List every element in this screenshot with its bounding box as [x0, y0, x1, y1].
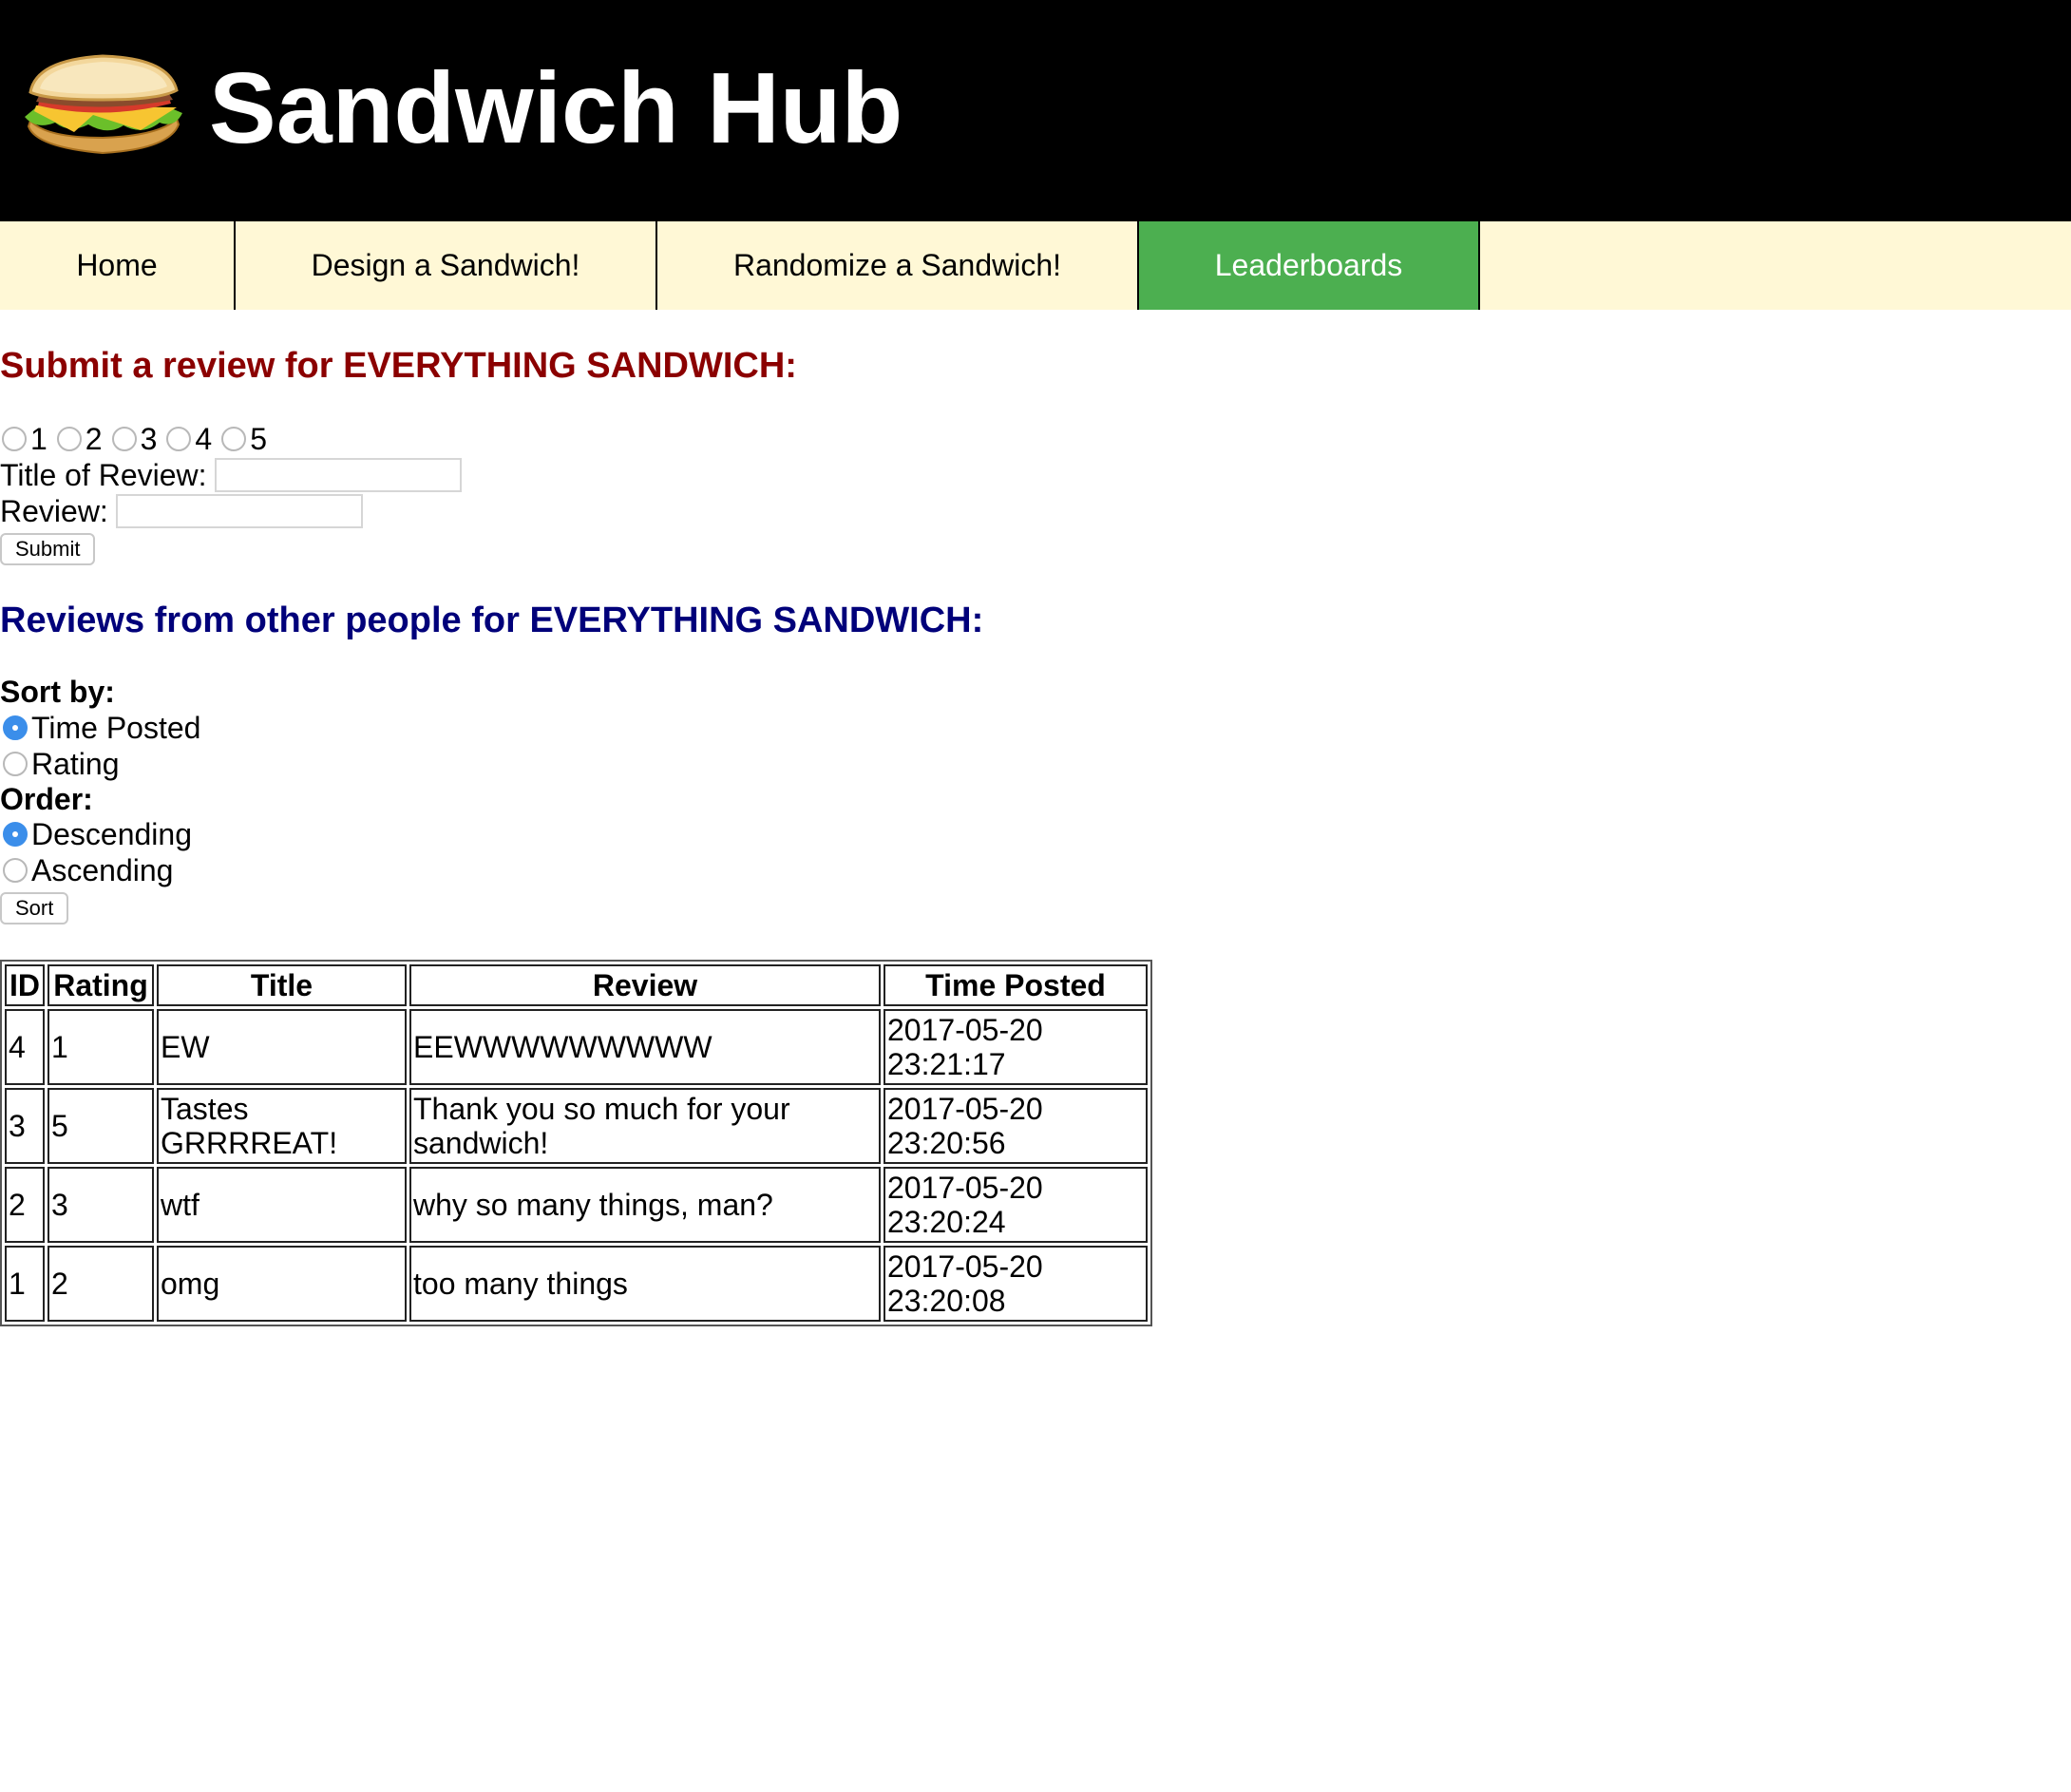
- review-input[interactable]: [115, 494, 363, 528]
- rating-1-label: 1: [30, 421, 48, 456]
- site-header: Sandwich Hub: [0, 0, 2071, 221]
- sort-option-rating[interactable]: Rating: [3, 746, 120, 782]
- nav-leaderboards[interactable]: Leaderboards: [1139, 221, 1480, 310]
- rating-2-label: 2: [85, 421, 103, 456]
- rating-2-radio[interactable]: [56, 427, 82, 451]
- rating-4-radio[interactable]: [166, 427, 192, 451]
- cell-time-posted: 2017-05-20 23:20:56: [884, 1088, 1148, 1164]
- table-row: 4 1 EW EEWWWWWWWWW 2017-05-20 23:21:17: [5, 1009, 1148, 1085]
- table-row: 2 3 wtf why so many things, man? 2017-05…: [5, 1167, 1148, 1243]
- cell-review: Thank you so much for your sandwich!: [409, 1088, 881, 1164]
- cell-id: 2: [5, 1167, 45, 1243]
- reviews-table: ID Rating Title Review Time Posted 4 1 E…: [0, 960, 1152, 1326]
- order-option-ascending[interactable]: Ascending: [3, 852, 173, 888]
- title-of-review-input[interactable]: [214, 458, 462, 492]
- cell-review: EEWWWWWWWWW: [409, 1009, 881, 1085]
- rating-option-4[interactable]: 4: [166, 422, 212, 457]
- cell-rating: 2: [48, 1246, 154, 1322]
- cell-time-posted: 2017-05-20 23:20:24: [884, 1167, 1148, 1243]
- table-row: 3 5 Tastes GRRRREAT! Thank you so much f…: [5, 1088, 1148, 1164]
- title-field-row: Title of Review:: [0, 456, 462, 494]
- cell-review: why so many things, man?: [409, 1167, 881, 1243]
- sort-rating-radio[interactable]: [3, 752, 28, 776]
- col-rating-header: Rating: [48, 964, 154, 1006]
- cell-review: too many things: [409, 1246, 881, 1322]
- sandwich-logo-icon: [25, 54, 182, 155]
- submit-button[interactable]: Submit: [0, 533, 96, 565]
- col-id-header: ID: [5, 964, 45, 1006]
- order-label: Order:: [0, 782, 93, 816]
- cell-rating: 5: [48, 1088, 154, 1164]
- cell-title: omg: [157, 1246, 407, 1322]
- cell-time: 23:21:17: [887, 1047, 1006, 1081]
- rating-option-2[interactable]: 2: [56, 421, 103, 457]
- sort-option-time-posted[interactable]: Time Posted: [3, 710, 200, 746]
- rating-3-label: 3: [140, 421, 158, 456]
- cell-time-posted: 2017-05-20 23:20:08: [884, 1246, 1148, 1322]
- sort-button[interactable]: Sort: [0, 892, 69, 925]
- nav-home[interactable]: Home: [0, 221, 236, 310]
- review-field-row: Review:: [0, 492, 363, 530]
- col-title-header: Title: [157, 964, 407, 1006]
- cell-time: 23:20:56: [887, 1126, 1006, 1160]
- cell-time: 23:20:24: [887, 1205, 1006, 1239]
- reviews-heading: Reviews from other people for EVERYTHING…: [0, 601, 984, 640]
- cell-date: 2017-05-20: [887, 1092, 1043, 1126]
- site-title: Sandwich Hub: [209, 52, 903, 164]
- cell-id: 3: [5, 1088, 45, 1164]
- sort-time-posted-label: Time Posted: [31, 710, 201, 745]
- order-ascending-radio[interactable]: [3, 858, 28, 883]
- order-descending-radio[interactable]: [3, 822, 28, 847]
- cell-time-posted: 2017-05-20 23:21:17: [884, 1009, 1148, 1085]
- table-row: 1 2 omg too many things 2017-05-20 23:20:…: [5, 1246, 1148, 1322]
- cell-title: EW: [157, 1009, 407, 1085]
- rating-4-label: 4: [195, 421, 213, 456]
- cell-time: 23:20:08: [887, 1284, 1006, 1318]
- rating-option-1[interactable]: 1: [2, 422, 48, 457]
- order-descending-label: Descending: [31, 816, 192, 851]
- col-review-header: Review: [409, 964, 881, 1006]
- cell-title: Tastes GRRRREAT!: [157, 1088, 407, 1164]
- submit-review-heading: Submit a review for EVERYTHING SANDWICH:: [0, 346, 797, 386]
- rating-option-3[interactable]: 3: [111, 421, 158, 457]
- order-ascending-label: Ascending: [31, 852, 174, 887]
- sort-time-posted-radio[interactable]: [3, 715, 28, 740]
- cell-date: 2017-05-20: [887, 1013, 1043, 1047]
- cell-title: wtf: [157, 1167, 407, 1243]
- col-time-header: Time Posted: [884, 964, 1148, 1006]
- table-header-row: ID Rating Title Review Time Posted: [5, 964, 1148, 1006]
- main-nav: Home Design a Sandwich! Randomize a Sand…: [0, 221, 2071, 310]
- rating-1-radio[interactable]: [2, 427, 27, 451]
- cell-id: 4: [5, 1009, 45, 1085]
- cell-rating: 1: [48, 1009, 154, 1085]
- nav-design-sandwich[interactable]: Design a Sandwich!: [236, 221, 657, 310]
- cell-date: 2017-05-20: [887, 1249, 1043, 1284]
- rating-5-label: 5: [250, 421, 267, 456]
- rating-3-radio[interactable]: [111, 427, 137, 451]
- rating-radio-group: 1 2 3 4 5: [2, 420, 276, 458]
- review-label: Review:: [0, 493, 108, 528]
- sort-rating-label: Rating: [31, 746, 120, 781]
- rating-option-5[interactable]: 5: [221, 422, 267, 457]
- cell-date: 2017-05-20: [887, 1171, 1043, 1205]
- title-of-review-label: Title of Review:: [0, 457, 207, 492]
- rating-5-radio[interactable]: [221, 427, 247, 451]
- cell-id: 1: [5, 1246, 45, 1322]
- sort-by-label: Sort by:: [0, 675, 115, 709]
- nav-randomize-sandwich[interactable]: Randomize a Sandwich!: [657, 221, 1139, 310]
- order-option-descending[interactable]: Descending: [3, 816, 192, 852]
- cell-rating: 3: [48, 1167, 154, 1243]
